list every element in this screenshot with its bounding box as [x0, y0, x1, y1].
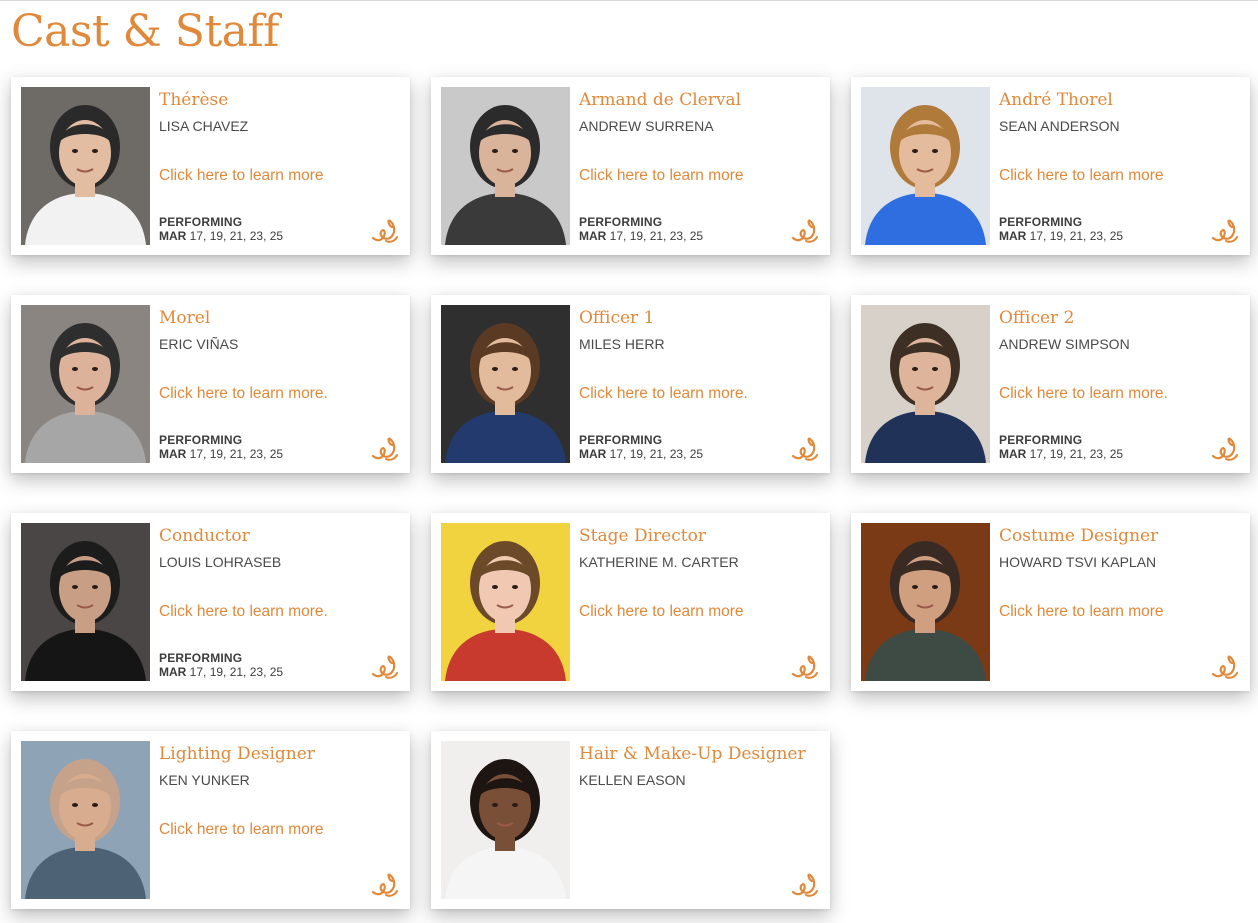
- performance-month: MAR: [159, 447, 187, 461]
- headshot-photo[interactable]: [21, 741, 150, 899]
- performing-label: PERFORMING: [159, 215, 243, 229]
- headshot-photo[interactable]: [861, 523, 990, 681]
- role-name[interactable]: Officer 1: [579, 307, 822, 329]
- role-name[interactable]: André Thorel: [999, 89, 1242, 111]
- brand-logo-icon: [1210, 652, 1240, 682]
- performance-days: 17, 19, 21, 23, 25: [609, 229, 704, 243]
- performance-month: MAR: [579, 447, 607, 461]
- performing-label: PERFORMING: [159, 651, 243, 665]
- person-name: ERIC VIÑAS: [159, 336, 239, 352]
- learn-more-link[interactable]: Click here to learn more: [999, 166, 1164, 186]
- cast-card-3[interactable]: André Thorel SEAN ANDERSON Click here to…: [851, 77, 1250, 255]
- brand-logo-icon: [790, 434, 820, 464]
- headshot-photo[interactable]: [861, 87, 990, 245]
- cast-card-4[interactable]: Morel ERIC VIÑAS Click here to learn mor…: [11, 295, 410, 473]
- cast-card-11[interactable]: Hair & Make-Up Designer KELLEN EASON: [431, 731, 830, 909]
- brand-logo-icon: [370, 434, 400, 464]
- performance-month: MAR: [159, 665, 187, 679]
- role-name[interactable]: Hair & Make-Up Designer: [579, 743, 822, 765]
- performing-label: PERFORMING: [579, 433, 663, 447]
- person-name: HOWARD TSVI KAPLAN: [999, 554, 1157, 570]
- learn-more-link[interactable]: Click here to learn more.: [159, 602, 328, 622]
- performance-dates: MAR 17, 19, 21, 23, 25: [159, 229, 283, 243]
- performance-month: MAR: [999, 229, 1027, 243]
- headshot-photo[interactable]: [21, 523, 150, 681]
- performance-dates: MAR 17, 19, 21, 23, 25: [999, 229, 1123, 243]
- performing-label: PERFORMING: [999, 215, 1083, 229]
- role-name[interactable]: Conductor: [159, 525, 402, 547]
- performance-dates: MAR 17, 19, 21, 23, 25: [999, 447, 1123, 461]
- role-name[interactable]: Stage Director: [579, 525, 822, 547]
- learn-more-link[interactable]: Click here to learn more.: [159, 384, 328, 404]
- learn-more-link[interactable]: Click here to learn more: [579, 602, 744, 622]
- brand-logo-icon: [790, 652, 820, 682]
- performance-dates: MAR 17, 19, 21, 23, 25: [579, 447, 703, 461]
- brand-logo-icon: [1210, 434, 1240, 464]
- headshot-photo[interactable]: [861, 305, 990, 463]
- performance-month: MAR: [159, 229, 187, 243]
- performing-label: PERFORMING: [999, 433, 1083, 447]
- role-name[interactable]: Thérèse: [159, 89, 402, 111]
- cast-staff-grid: Thérèse LISA CHAVEZ Click here to learn …: [11, 77, 1250, 909]
- learn-more-link[interactable]: Click here to learn more.: [999, 384, 1168, 404]
- cast-card-7[interactable]: Conductor LOUIS LOHRASEB Click here to l…: [11, 513, 410, 691]
- headshot-photo[interactable]: [441, 87, 570, 245]
- role-name[interactable]: Armand de Clerval: [579, 89, 822, 111]
- person-name: LOUIS LOHRASEB: [159, 554, 282, 570]
- performing-label: PERFORMING: [579, 215, 663, 229]
- person-name: KATHERINE M. CARTER: [579, 554, 739, 570]
- cast-card-10[interactable]: Lighting Designer KEN YUNKER Click here …: [11, 731, 410, 909]
- headshot-photo[interactable]: [441, 305, 570, 463]
- learn-more-link[interactable]: Click here to learn more: [159, 820, 324, 840]
- performance-days: 17, 19, 21, 23, 25: [1029, 229, 1124, 243]
- performance-dates: MAR 17, 19, 21, 23, 25: [159, 665, 283, 679]
- performance-days: 17, 19, 21, 23, 25: [189, 229, 284, 243]
- brand-logo-icon: [790, 870, 820, 900]
- headshot-photo[interactable]: [441, 741, 570, 899]
- performance-month: MAR: [999, 447, 1027, 461]
- person-name: MILES HERR: [579, 336, 665, 352]
- person-name: ANDREW SIMPSON: [999, 336, 1130, 352]
- top-divider: [0, 0, 1258, 1]
- role-name[interactable]: Costume Designer: [999, 525, 1242, 547]
- brand-logo-icon: [370, 216, 400, 246]
- performance-month: MAR: [579, 229, 607, 243]
- cast-card-5[interactable]: Officer 1 MILES HERR Click here to learn…: [431, 295, 830, 473]
- brand-logo-icon: [370, 870, 400, 900]
- brand-logo-icon: [1210, 216, 1240, 246]
- learn-more-link[interactable]: Click here to learn more.: [579, 384, 748, 404]
- performance-dates: MAR 17, 19, 21, 23, 25: [579, 229, 703, 243]
- cast-card-6[interactable]: Officer 2 ANDREW SIMPSON Click here to l…: [851, 295, 1250, 473]
- brand-logo-icon: [370, 652, 400, 682]
- person-name: KEN YUNKER: [159, 772, 250, 788]
- headshot-photo[interactable]: [21, 87, 150, 245]
- person-name: LISA CHAVEZ: [159, 118, 249, 134]
- performance-days: 17, 19, 21, 23, 25: [189, 665, 284, 679]
- learn-more-link[interactable]: Click here to learn more: [579, 166, 744, 186]
- person-name: ANDREW SURRENA: [579, 118, 714, 134]
- cast-card-2[interactable]: Armand de Clerval ANDREW SURRENA Click h…: [431, 77, 830, 255]
- learn-more-link[interactable]: Click here to learn more: [999, 602, 1164, 622]
- performing-label: PERFORMING: [159, 433, 243, 447]
- performance-days: 17, 19, 21, 23, 25: [1029, 447, 1124, 461]
- cast-card-9[interactable]: Costume Designer HOWARD TSVI KAPLAN Clic…: [851, 513, 1250, 691]
- performance-days: 17, 19, 21, 23, 25: [189, 447, 284, 461]
- role-name[interactable]: Officer 2: [999, 307, 1242, 329]
- person-name: SEAN ANDERSON: [999, 118, 1120, 134]
- performance-dates: MAR 17, 19, 21, 23, 25: [159, 447, 283, 461]
- person-name: KELLEN EASON: [579, 772, 686, 788]
- headshot-photo[interactable]: [21, 305, 150, 463]
- cast-card-8[interactable]: Stage Director KATHERINE M. CARTER Click…: [431, 513, 830, 691]
- brand-logo-icon: [790, 216, 820, 246]
- page-title: Cast & Staff: [11, 6, 279, 57]
- cast-card-1[interactable]: Thérèse LISA CHAVEZ Click here to learn …: [11, 77, 410, 255]
- role-name[interactable]: Morel: [159, 307, 402, 329]
- performance-days: 17, 19, 21, 23, 25: [609, 447, 704, 461]
- role-name[interactable]: Lighting Designer: [159, 743, 402, 765]
- headshot-photo[interactable]: [441, 523, 570, 681]
- learn-more-link[interactable]: Click here to learn more: [159, 166, 324, 186]
